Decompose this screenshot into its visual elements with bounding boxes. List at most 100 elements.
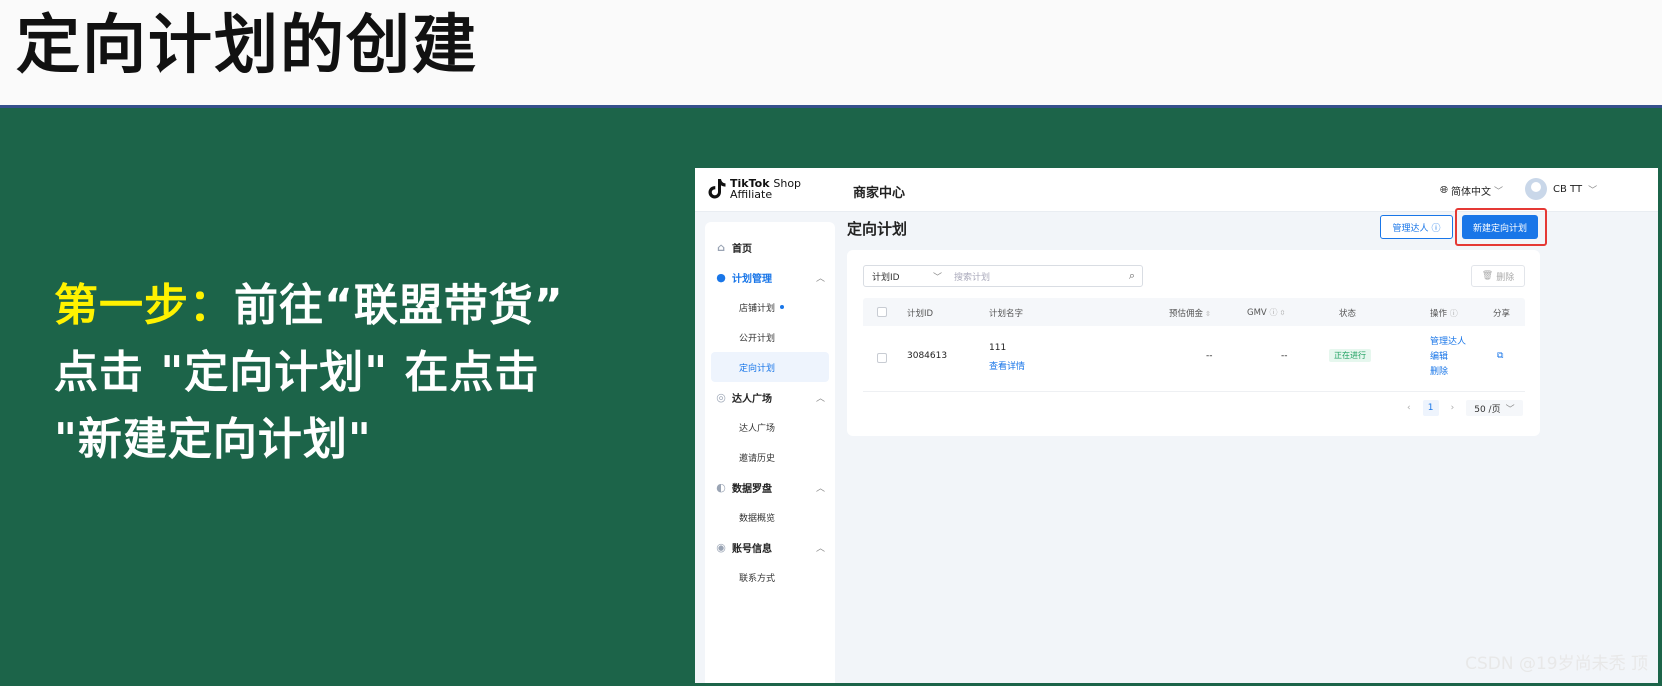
page-size-select[interactable]: 50 /页 ﹀ (1466, 400, 1523, 416)
sidebar-item-data-overview[interactable]: 数据概览 (705, 502, 835, 532)
plan-table: 计划ID 计划名字 预估佣金 ⇳ GMV ⓘ ⇳ 状态 操作 ⓘ 分享 308461… (863, 298, 1525, 392)
account-icon: ◉ (716, 540, 726, 554)
plan-icon: ● (716, 270, 726, 284)
merchant-center-title: 商家中心 (853, 186, 906, 201)
sidebar-item-label: 达人广场 (732, 393, 772, 405)
sidebar-item-label: 联系方式 (739, 573, 776, 584)
prev-page-icon[interactable]: ‹ (1407, 403, 1411, 413)
search-input[interactable]: 搜索计划 (948, 270, 1122, 283)
user-name: CB TT (1553, 183, 1583, 195)
col-label: GMV (1247, 308, 1267, 318)
col-share: 分享 (1493, 309, 1511, 319)
page-number[interactable]: 1 (1422, 400, 1439, 416)
chevron-down-icon: ﹀ (1505, 404, 1515, 415)
logo-shop: Shop (773, 177, 802, 190)
chevron-down-icon: ﹀ (932, 273, 942, 283)
next-page-icon[interactable]: › (1451, 403, 1455, 413)
tiktok-logo[interactable]: TikTok Shop Affiliate (707, 178, 801, 200)
pagination: ‹ 1 › 50 /页 ﹀ (1407, 400, 1523, 416)
sidebar-item-label: 计划管理 (732, 273, 772, 285)
delete-button[interactable]: 🗑︎ 删除 (1471, 265, 1525, 287)
new-dot-indicator (780, 305, 785, 309)
row-actions: 管理达人 编辑 删除 (1430, 335, 1466, 380)
col-label: 预估佣金 (1169, 309, 1204, 319)
select-all-checkbox[interactable] (877, 307, 887, 317)
sidebar-item-creator-plaza-sub[interactable]: 达人广场 (705, 412, 835, 442)
button-label: 删除 (1496, 272, 1515, 283)
sidebar-item-account-info[interactable]: ◉ 账号信息 ︿ (705, 532, 835, 562)
step-label: 第一步： (54, 280, 234, 331)
sidebar-item-label: 账号信息 (732, 543, 772, 555)
filter-type-label: 计划ID (872, 272, 900, 283)
table-row: 3084613 111 查看详情 -- -- 正在进行 管理达人 编辑 删除 ⧉ (863, 326, 1525, 392)
search-icon[interactable]: ⌕ (1122, 269, 1142, 283)
sidebar-item-home[interactable]: ⌂ 首页 (705, 232, 835, 262)
trash-icon: 🗑︎ (1481, 271, 1494, 281)
col-label: 操作 (1430, 309, 1448, 319)
logo-sub: Affiliate (730, 188, 773, 201)
language-label: 简体中文 (1451, 187, 1491, 198)
user-menu[interactable]: CB TT ﹀ (1525, 178, 1597, 200)
sidebar-item-creator-plaza[interactable]: ◎ 达人广场 ︿ (705, 382, 835, 412)
row-checkbox[interactable] (877, 353, 887, 363)
chevron-up-icon: ︿ (815, 484, 825, 494)
col-plan-name: 计划名字 (989, 309, 1024, 319)
sidebar-item-plan-management[interactable]: ● 计划管理 ︿ (705, 262, 835, 292)
chevron-up-icon: ︿ (815, 394, 825, 404)
plan-list-card: 计划ID ﹀ 搜索计划 ⌕ 🗑︎ 删除 计划ID 计划名字 预估佣金 ⇳ GMV … (847, 250, 1540, 436)
globe-icon: 🌐︎ (1440, 185, 1448, 196)
sidebar-item-label: 定向计划 (739, 363, 776, 374)
sidebar-item-label: 数据概览 (739, 513, 776, 524)
sidebar-item-label: 邀请历史 (739, 453, 776, 464)
sidebar-item-label: 公开计划 (739, 333, 776, 344)
chevron-down-icon: ﹀ (1494, 187, 1504, 197)
plan-id: 3084613 (907, 351, 948, 361)
col-ops: 操作 ⓘ (1430, 307, 1458, 319)
button-label: 管理达人 (1392, 223, 1429, 234)
manage-creators-button[interactable]: 管理达人 ⓘ (1380, 215, 1453, 239)
col-plan-id: 计划ID (907, 309, 934, 319)
slide-title: 定向计划的创建 (16, 9, 478, 83)
plan-name: 111 (989, 343, 1007, 353)
view-details-link[interactable]: 查看详情 (989, 359, 1025, 372)
edit-link[interactable]: 编辑 (1430, 350, 1466, 365)
sidebar-item-public-plan[interactable]: 公开计划 (705, 322, 835, 352)
sidebar: ⌂ 首页 ● 计划管理 ︿ 店铺计划 公开计划 定向计划 ◎ 达人广场 ︿ 达人广场 … (705, 222, 835, 683)
sort-icon: ⇳ (1279, 309, 1286, 317)
slide-header: 定向计划的创建 (0, 0, 1662, 108)
manage-creators-link[interactable]: 管理达人 (1430, 335, 1466, 350)
help-icon: ⓘ (1431, 223, 1441, 234)
language-switcher[interactable]: 🌐︎ 简体中文 ﹀ (1440, 183, 1503, 198)
home-icon: ⌂ (717, 240, 725, 254)
col-gmv[interactable]: GMV ⓘ ⇳ (1247, 307, 1285, 318)
status-badge: 正在进行 (1329, 349, 1371, 362)
col-commission[interactable]: 预估佣金 ⇳ (1169, 307, 1211, 319)
creator-icon: ◎ (716, 390, 726, 404)
sidebar-item-targeted-plan[interactable]: 定向计划 (711, 352, 829, 382)
sidebar-item-label: 达人广场 (739, 423, 776, 434)
sort-icon: ⇳ (1205, 310, 1211, 318)
new-targeted-plan-button[interactable]: 新建定向计划 (1462, 215, 1538, 239)
commission-value: -- (1206, 351, 1213, 361)
avatar (1525, 178, 1547, 200)
chevron-up-icon: ︿ (815, 274, 825, 284)
search-filter: 计划ID ﹀ 搜索计划 ⌕ (863, 265, 1143, 287)
sidebar-item-label: 数据罗盘 (732, 483, 772, 495)
gmv-value: -- (1281, 351, 1288, 361)
share-icon[interactable]: ⧉ (1497, 351, 1503, 361)
page-title: 定向计划 (847, 220, 908, 238)
col-status: 状态 (1339, 309, 1357, 319)
sidebar-item-store-plan[interactable]: 店铺计划 (705, 292, 835, 322)
sidebar-item-invite-history[interactable]: 邀请历史 (705, 442, 835, 472)
compass-icon: ◐ (716, 480, 726, 494)
sidebar-item-label: 首页 (732, 243, 752, 255)
sidebar-item-data-compass[interactable]: ◐ 数据罗盘 ︿ (705, 472, 835, 502)
sidebar-item-label: 店铺计划 (739, 303, 776, 314)
status-label: 正在进行 (1329, 349, 1371, 362)
step-instruction: 第一步：前往“联盟带货” 点击 "定向计划" 在点击 "新建定向计划" (54, 272, 594, 473)
top-bar: TikTok Shop Affiliate 商家中心 🌐︎ 简体中文 ﹀ CB … (695, 168, 1658, 212)
sidebar-item-contact[interactable]: 联系方式 (705, 562, 835, 592)
filter-type-select[interactable]: 计划ID ﹀ (864, 266, 948, 286)
table-header: 计划ID 计划名字 预估佣金 ⇳ GMV ⓘ ⇳ 状态 操作 ⓘ 分享 (863, 298, 1525, 326)
delete-link[interactable]: 删除 (1430, 365, 1466, 380)
